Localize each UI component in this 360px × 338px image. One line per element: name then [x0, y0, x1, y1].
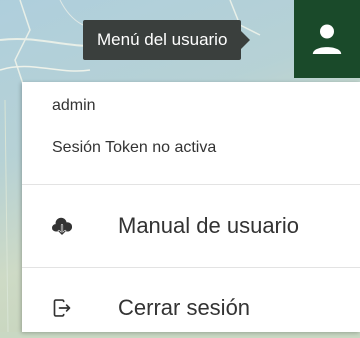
user-menu-panel: admin Sesión Token no activa Manual de u… [22, 82, 360, 332]
menu-divider [22, 184, 360, 185]
session-status: Sesión Token no activa [52, 139, 217, 156]
username: admin [52, 97, 96, 114]
logout-icon [50, 296, 74, 320]
user-menu-button[interactable] [294, 0, 360, 78]
user-icon [312, 24, 342, 54]
user-manual-menu-item[interactable]: Manual de usuario [22, 196, 360, 256]
user-info: admin Sesión Token no activa [22, 82, 360, 159]
logout-menu-item[interactable]: Cerrar sesión [22, 278, 360, 338]
logout-label: Cerrar sesión [118, 295, 251, 320]
cloud-download-icon [50, 214, 74, 238]
menu-divider [22, 267, 360, 268]
tooltip-text: Menú del usuario [97, 30, 228, 49]
user-menu-tooltip: Menú del usuario [83, 20, 251, 60]
user-manual-label: Manual de usuario [118, 213, 300, 238]
